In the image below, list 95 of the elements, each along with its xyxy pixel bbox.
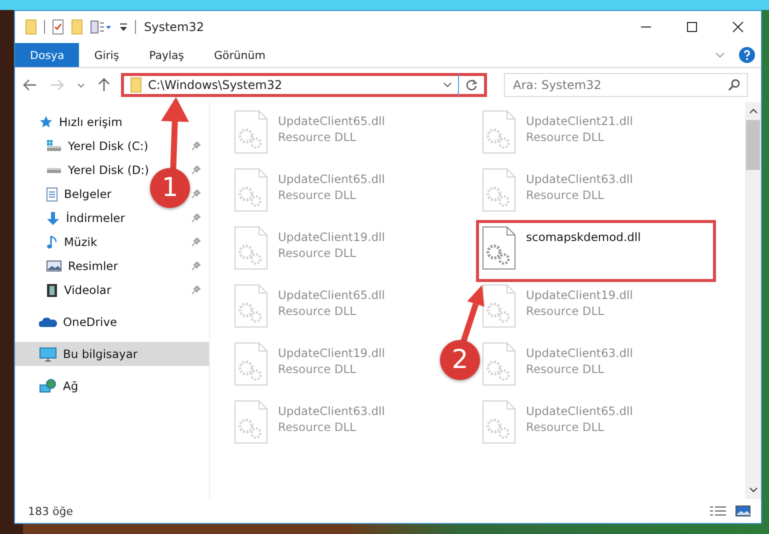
file-type: Resource DLL bbox=[278, 130, 358, 144]
chevron-down-icon[interactable] bbox=[443, 82, 452, 88]
sidebar-item[interactable]: Ağ bbox=[63, 379, 78, 393]
file-name: UpdateClient19.dll bbox=[278, 230, 385, 244]
scrollbar[interactable] bbox=[745, 102, 761, 499]
refresh-icon[interactable] bbox=[465, 78, 478, 92]
file-name: scomapskdemod.dll bbox=[526, 230, 641, 244]
item-count: 183 öğe bbox=[28, 504, 73, 518]
folder-icon[interactable] bbox=[71, 19, 83, 35]
file-type: Resource DLL bbox=[278, 188, 358, 202]
pin-icon[interactable] bbox=[191, 165, 201, 175]
monitor-icon bbox=[39, 346, 57, 362]
music-note-icon bbox=[46, 234, 58, 250]
recent-dropdown-icon[interactable] bbox=[77, 82, 85, 88]
maximize-icon bbox=[686, 21, 698, 33]
back-arrow-icon[interactable] bbox=[23, 79, 37, 91]
address-bar[interactable]: C:\Windows\System32 bbox=[121, 73, 487, 97]
file-name: UpdateClient65.dll bbox=[278, 114, 385, 128]
sidebar-item[interactable]: OneDrive bbox=[63, 315, 118, 329]
file-type: Resource DLL bbox=[526, 420, 606, 434]
gear-file-icon bbox=[482, 226, 516, 270]
gear-file-icon[interactable] bbox=[482, 400, 516, 444]
file-type: Resource DLL bbox=[278, 420, 358, 434]
ribbon-tab[interactable]: Görünüm bbox=[199, 43, 280, 67]
sidebar-item[interactable]: Videolar bbox=[64, 283, 112, 297]
ribbon-tab[interactable]: Dosya bbox=[15, 43, 80, 67]
gear-file-icon[interactable] bbox=[482, 284, 516, 328]
file-name: UpdateClient19.dll bbox=[526, 288, 633, 302]
drive-icon bbox=[46, 139, 62, 153]
sidebar-item[interactable]: Yerel Disk (C:) bbox=[68, 139, 148, 153]
folder-icon[interactable] bbox=[25, 19, 37, 35]
gear-file-icon[interactable] bbox=[482, 168, 516, 212]
file-name: UpdateClient63.dll bbox=[526, 346, 633, 360]
sidebar-item[interactable]: Hızlı erişim bbox=[59, 115, 122, 129]
gear-file-icon[interactable] bbox=[234, 168, 268, 212]
large-icons-view-icon[interactable] bbox=[735, 505, 751, 517]
search-field[interactable]: Ara: System32 bbox=[504, 73, 748, 97]
sidebar-item[interactable]: Belgeler bbox=[64, 187, 112, 201]
star-icon bbox=[39, 115, 53, 129]
details-view-icon[interactable] bbox=[709, 505, 727, 517]
file-name: UpdateClient63.dll bbox=[278, 404, 385, 418]
forward-arrow-icon[interactable] bbox=[50, 79, 64, 91]
pin-icon[interactable] bbox=[191, 237, 201, 247]
help-icon[interactable] bbox=[739, 47, 755, 63]
window-title: System32 bbox=[144, 20, 204, 34]
down-arrow-icon bbox=[46, 210, 60, 226]
close-icon bbox=[732, 21, 744, 33]
ribbon-tab[interactable]: Paylaş bbox=[134, 43, 199, 67]
gear-file-icon[interactable] bbox=[234, 342, 268, 386]
file-name: UpdateClient21.dll bbox=[526, 114, 633, 128]
pin-icon[interactable] bbox=[191, 285, 201, 295]
pin-icon[interactable] bbox=[191, 261, 201, 271]
sidebar-item[interactable]: Resimler bbox=[68, 259, 118, 273]
file-name: UpdateClient65.dll bbox=[526, 404, 633, 418]
sidebar-item[interactable]: Müzik bbox=[64, 235, 98, 249]
pin-icon[interactable] bbox=[191, 141, 201, 151]
file-name: UpdateClient65.dll bbox=[278, 172, 385, 186]
properties-icon[interactable] bbox=[90, 20, 112, 34]
search-icon bbox=[728, 79, 740, 91]
gear-file-icon[interactable] bbox=[234, 226, 268, 270]
film-icon bbox=[46, 282, 58, 298]
scroll-down-icon[interactable] bbox=[748, 487, 758, 493]
up-arrow-icon[interactable] bbox=[98, 78, 110, 92]
file-item[interactable]: scomapskdemod.dll bbox=[478, 222, 714, 280]
gear-file-icon[interactable] bbox=[482, 342, 516, 386]
picture-icon bbox=[46, 260, 62, 272]
pin-icon[interactable] bbox=[191, 189, 201, 199]
file-type: Resource DLL bbox=[278, 304, 358, 318]
scroll-thumb[interactable] bbox=[746, 120, 760, 170]
drive-icon bbox=[46, 166, 62, 174]
pin-icon[interactable] bbox=[191, 213, 201, 223]
network-icon bbox=[39, 378, 57, 394]
sidebar-item[interactable]: İndirmeler bbox=[66, 211, 125, 225]
file-name: UpdateClient19.dll bbox=[278, 346, 385, 360]
sidebar-item[interactable]: Bu bilgisayar bbox=[15, 342, 209, 366]
file-type: Resource DLL bbox=[526, 304, 606, 318]
sidebar-item[interactable]: Yerel Disk (D:) bbox=[68, 163, 150, 177]
gear-file-icon[interactable] bbox=[234, 110, 268, 154]
gear-file-icon[interactable] bbox=[482, 110, 516, 154]
file-type: Resource DLL bbox=[526, 188, 606, 202]
gear-file-icon[interactable] bbox=[234, 284, 268, 328]
file-type: Resource DLL bbox=[278, 362, 358, 376]
checklist-icon[interactable] bbox=[52, 19, 64, 35]
gear-file-icon[interactable] bbox=[234, 400, 268, 444]
scroll-up-icon[interactable] bbox=[748, 108, 758, 114]
file-type: Resource DLL bbox=[526, 362, 606, 376]
file-name: UpdateClient63.dll bbox=[526, 172, 633, 186]
file-name: UpdateClient65.dll bbox=[278, 288, 385, 302]
cloud-icon bbox=[39, 316, 57, 328]
file-type: Resource DLL bbox=[278, 246, 358, 260]
folder-icon bbox=[130, 77, 142, 93]
document-icon bbox=[46, 186, 58, 202]
dropdown-icon[interactable] bbox=[119, 22, 128, 32]
file-type: Resource DLL bbox=[526, 130, 606, 144]
ribbon-tab[interactable]: Giriş bbox=[79, 43, 134, 67]
